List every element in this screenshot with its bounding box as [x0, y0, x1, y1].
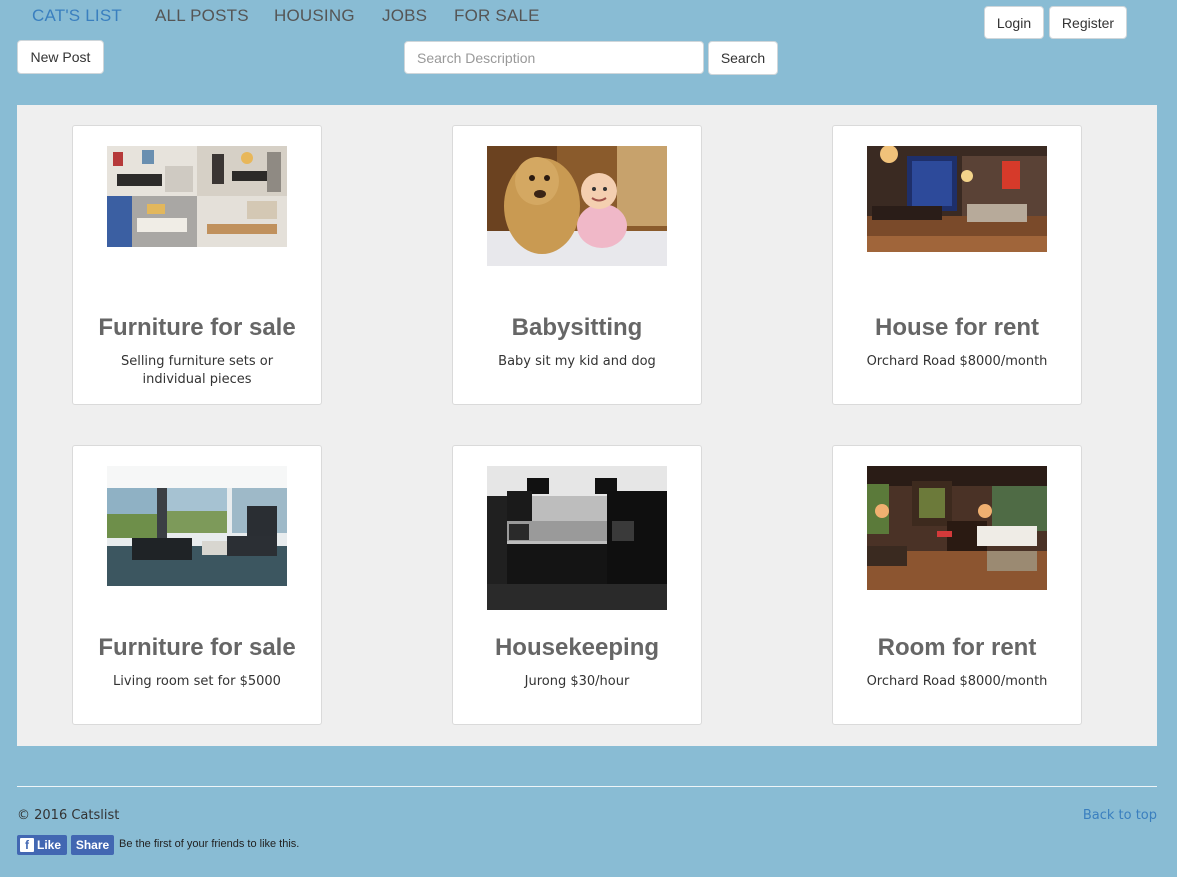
post-title: House for rent [874, 314, 1039, 341]
post-description: Orchard Road $8000/month [866, 674, 1048, 689]
facebook-like-label: Like [37, 838, 62, 852]
post-title: Room for rent [877, 634, 1037, 661]
facebook-share-label: Share [75, 838, 110, 852]
facebook-like-button[interactable]: f Like [17, 835, 67, 855]
black-kitchen-photo [487, 466, 667, 610]
facebook-share-button[interactable]: Share [71, 835, 114, 855]
furniture-collage-photo [107, 146, 287, 247]
post-card[interactable]: Housekeeping Jurong $30/hour [452, 445, 702, 725]
search-button[interactable]: Search [708, 41, 778, 75]
post-title: Furniture for sale [98, 634, 296, 661]
living-room-photo [107, 466, 287, 586]
facebook-social-text: Be the first of your friends to like thi… [119, 838, 300, 850]
post-description: Living room set for $5000 [113, 674, 281, 689]
post-description: Jurong $30/hour [524, 674, 630, 689]
posts-panel: Furniture for sale Selling furniture set… [17, 105, 1157, 746]
post-description: Orchard Road $8000/month [866, 354, 1048, 369]
post-card[interactable]: Furniture for sale Living room set for $… [72, 445, 322, 725]
house-interior-photo [867, 146, 1047, 252]
baby-and-dog-photo [487, 146, 667, 266]
post-card[interactable]: Room for rent Orchard Road $8000/month [832, 445, 1082, 725]
nav-jobs[interactable]: JOBS [382, 6, 427, 26]
back-to-top-link[interactable]: Back to top [1083, 808, 1157, 823]
register-button[interactable]: Register [1049, 6, 1127, 39]
search-input[interactable] [404, 41, 704, 74]
nav-housing[interactable]: HOUSING [274, 6, 355, 26]
post-description: Baby sit my kid and dog [498, 354, 656, 369]
copyright-text: © 2016 Catslist [17, 808, 120, 823]
new-post-button[interactable]: New Post [17, 40, 104, 74]
post-card[interactable]: Babysitting Baby sit my kid and dog [452, 125, 702, 405]
footer-divider [17, 786, 1157, 787]
post-title: Babysitting [511, 314, 643, 341]
nav-for-sale[interactable]: FOR SALE [454, 6, 540, 26]
facebook-icon: f [20, 838, 34, 852]
bedroom-photo [867, 466, 1047, 590]
login-button[interactable]: Login [984, 6, 1044, 39]
post-title: Furniture for sale [98, 314, 296, 341]
post-description: Selling furniture sets or individual pie… [120, 354, 274, 387]
post-title: Housekeeping [494, 634, 660, 661]
brand-link[interactable]: CAT'S LIST [32, 6, 122, 26]
nav-all-posts[interactable]: ALL POSTS [155, 6, 249, 26]
post-card[interactable]: House for rent Orchard Road $8000/month [832, 125, 1082, 405]
post-card[interactable]: Furniture for sale Selling furniture set… [72, 125, 322, 405]
